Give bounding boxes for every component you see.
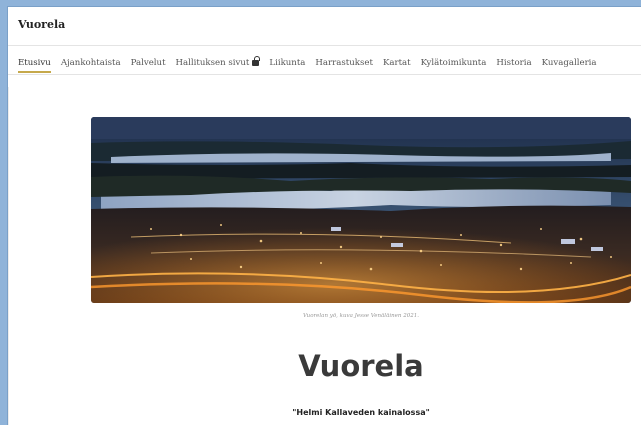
nav-divider bbox=[8, 74, 641, 75]
hero-caption: Vuorelan yö, kuva Jesse Venäläinen 2021. bbox=[303, 313, 419, 319]
nav-item-historia[interactable]: Historia bbox=[496, 58, 531, 73]
nav-item-kartat[interactable]: Kartat bbox=[383, 58, 411, 73]
main-nav: Etusivu Ajankohtaista Palvelut Hallituksen … bbox=[18, 55, 607, 73]
nav-item-ajankohtaista[interactable]: Ajankohtaista bbox=[61, 58, 121, 73]
content-border bbox=[8, 87, 9, 425]
nav-item-kylatoimikunta[interactable]: Kylätoimikunta bbox=[421, 58, 487, 73]
page-motto: "Helmi Kallaveden kainalossa" bbox=[292, 408, 430, 417]
nav-item-harrastukset[interactable]: Harrastukset bbox=[315, 58, 373, 73]
lock-icon bbox=[252, 55, 260, 66]
nav-item-etusivu[interactable]: Etusivu bbox=[18, 58, 51, 73]
site-title[interactable]: Vuorela bbox=[18, 18, 65, 31]
hero-image bbox=[91, 117, 631, 303]
page-title: Vuorela bbox=[298, 349, 424, 383]
header-divider bbox=[8, 45, 641, 46]
nav-item-kuvagalleria[interactable]: Kuvagalleria bbox=[542, 58, 597, 73]
nav-item-hallituksen-sivut[interactable]: Hallituksen sivut bbox=[175, 55, 260, 73]
nav-item-hallituksen-sivut-label: Hallituksen sivut bbox=[175, 58, 250, 68]
nav-item-liikunta[interactable]: Liikunta bbox=[269, 58, 305, 73]
nav-item-palvelut[interactable]: Palvelut bbox=[131, 58, 166, 73]
browser-page: Vuorela Etusivu Ajankohtaista Palvelut Hall… bbox=[7, 6, 641, 425]
